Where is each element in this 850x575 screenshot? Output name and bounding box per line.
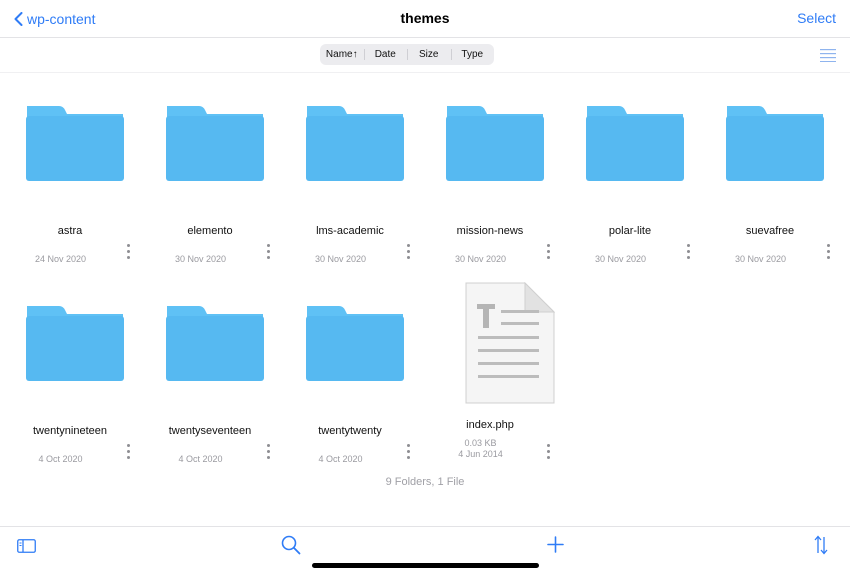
select-button[interactable]: Select <box>797 10 836 26</box>
folder-item[interactable]: astra 24 Nov 2020 <box>0 104 140 294</box>
more-options-icon[interactable] <box>543 441 553 461</box>
folder-item[interactable]: mission-news 30 Nov 2020 <box>420 104 560 294</box>
item-name: twentyseventeen <box>168 425 252 437</box>
item-name: elemento <box>187 225 233 237</box>
file-item[interactable]: index.php 0.03 KB 4 Jun 2014 <box>420 282 560 472</box>
item-date: 4 Oct 2020 <box>38 454 83 464</box>
sidebar-icon[interactable] <box>17 539 36 553</box>
folder-item[interactable]: suevafree 30 Nov 2020 <box>700 104 840 294</box>
item-name: suevafree <box>745 225 795 237</box>
search-icon[interactable] <box>281 535 301 555</box>
item-name: astra <box>57 225 83 237</box>
item-name: mission-news <box>456 225 524 237</box>
sort-by-type[interactable]: Type <box>450 44 495 65</box>
item-date: 30 Nov 2020 <box>314 254 367 264</box>
item-date: 30 Nov 2020 <box>734 254 787 264</box>
item-name: twentynineteen <box>33 425 107 437</box>
item-size: 0.03 KB <box>464 438 497 448</box>
folder-item[interactable]: polar-lite 30 Nov 2020 <box>560 104 700 294</box>
more-options-icon[interactable] <box>123 241 133 261</box>
item-name: index.php <box>466 419 514 431</box>
item-name: twentytwenty <box>318 425 382 437</box>
more-options-icon[interactable] <box>683 241 693 261</box>
home-indicator <box>312 563 539 568</box>
folder-item[interactable]: twentyseventeen 4 Oct 2020 <box>140 304 280 494</box>
sort-segmented-control: Name↑ Date Size Type <box>320 44 494 65</box>
more-options-icon[interactable] <box>403 241 413 261</box>
more-options-icon[interactable] <box>263 441 273 461</box>
plus-icon[interactable] <box>547 536 564 553</box>
sort-by-name[interactable]: Name↑ <box>320 44 364 65</box>
more-options-icon[interactable] <box>403 441 413 461</box>
sort-by-date[interactable]: Date <box>363 44 408 65</box>
item-date: 4 Jun 2014 <box>458 449 503 459</box>
item-date: 4 Oct 2020 <box>178 454 223 464</box>
item-date: 30 Nov 2020 <box>594 254 647 264</box>
sort-by-size[interactable]: Size <box>407 44 451 65</box>
more-options-icon[interactable] <box>263 241 273 261</box>
navigation-bar: wp-content themes Select <box>0 0 850 38</box>
more-options-icon[interactable] <box>123 441 133 461</box>
item-name: polar-lite <box>608 225 652 237</box>
folder-icon <box>26 106 124 181</box>
sort-arrows-icon[interactable] <box>814 535 828 555</box>
folder-icon <box>446 106 544 181</box>
folder-item[interactable]: twentytwenty 4 Oct 2020 <box>280 304 420 494</box>
items-summary: 9 Folders, 1 File <box>385 476 465 488</box>
folder-item[interactable]: elemento 30 Nov 2020 <box>140 104 280 294</box>
folder-item[interactable]: lms-academic 30 Nov 2020 <box>280 104 420 294</box>
more-options-icon[interactable] <box>543 241 553 261</box>
folder-icon <box>166 306 264 381</box>
folder-icon <box>26 306 124 381</box>
folder-icon <box>306 106 404 181</box>
item-date: 30 Nov 2020 <box>454 254 507 264</box>
item-date: 4 Oct 2020 <box>318 454 363 464</box>
folder-item[interactable]: twentynineteen 4 Oct 2020 <box>0 304 140 494</box>
sort-bar: Name↑ Date Size Type <box>0 38 850 73</box>
folder-icon <box>306 306 404 381</box>
folder-icon <box>586 106 684 181</box>
more-options-icon[interactable] <box>823 241 833 261</box>
item-date: 30 Nov 2020 <box>174 254 227 264</box>
item-date: 24 Nov 2020 <box>34 254 87 264</box>
page-title: themes <box>400 10 450 26</box>
folder-icon <box>166 106 264 181</box>
folder-icon <box>726 106 824 181</box>
item-name: lms-academic <box>316 225 384 237</box>
text-file-icon <box>465 282 555 404</box>
list-view-icon[interactable] <box>820 48 836 62</box>
